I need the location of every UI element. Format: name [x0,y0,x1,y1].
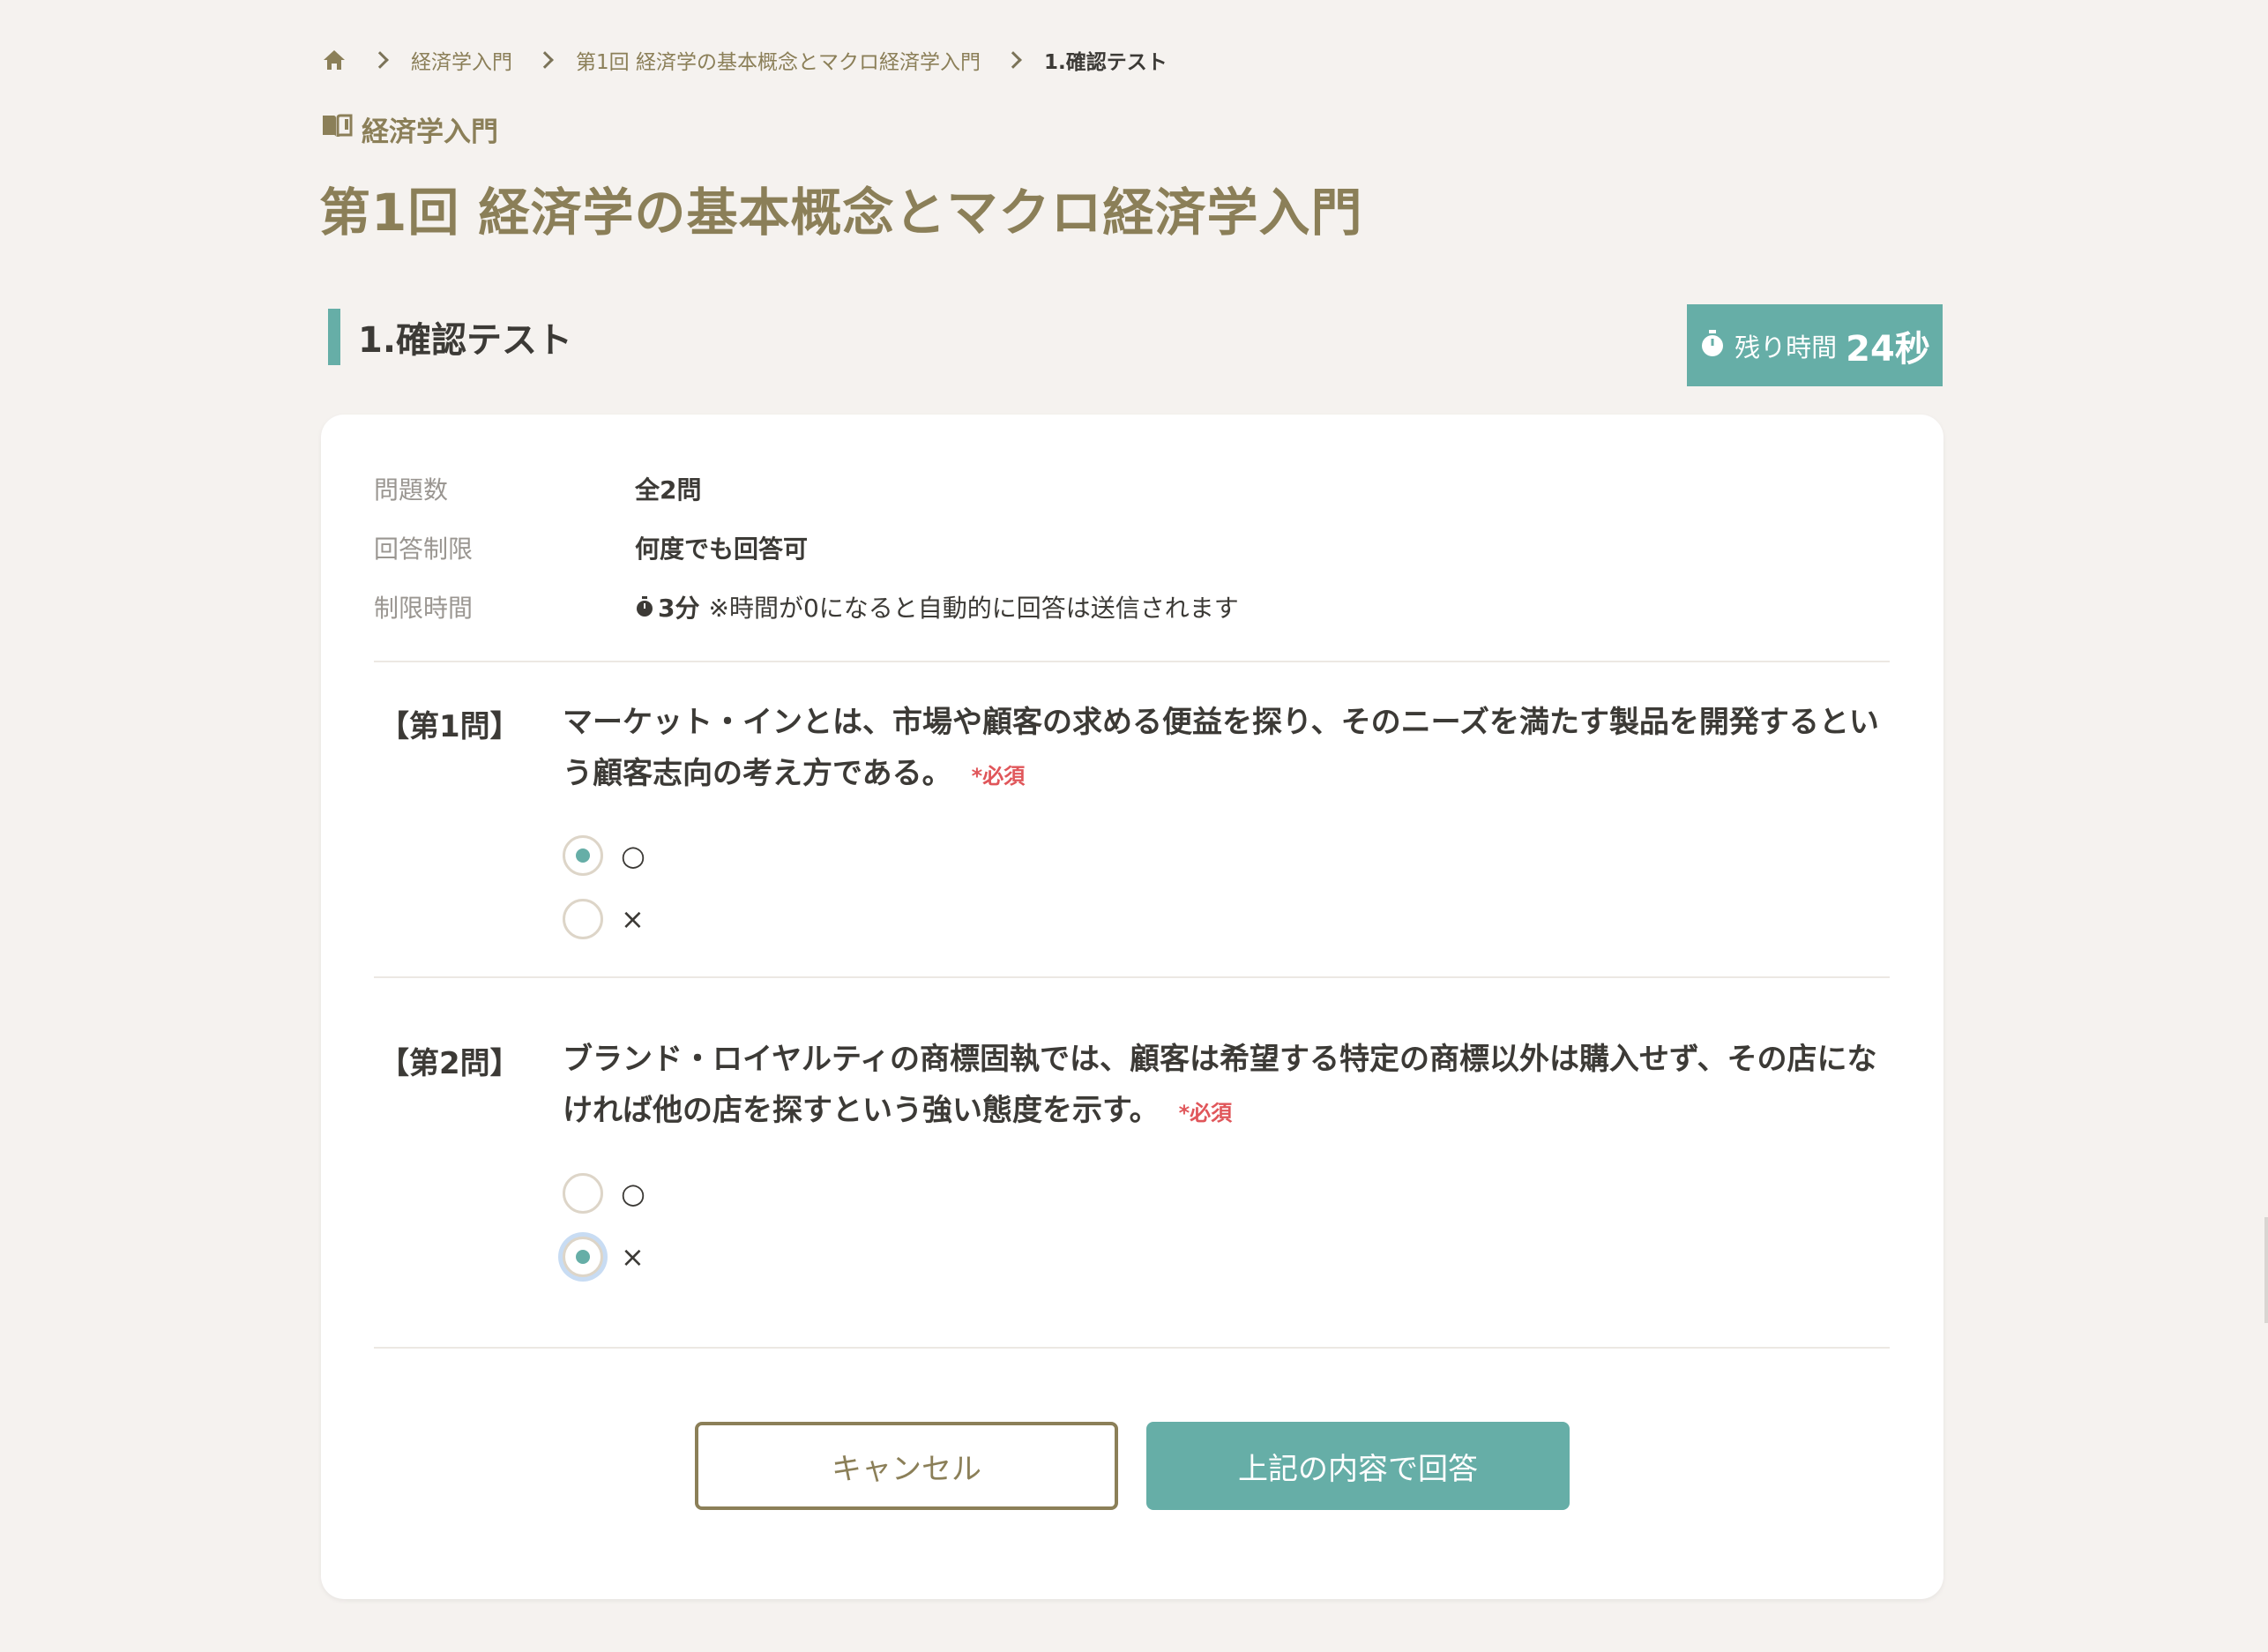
breadcrumb-link-course[interactable]: 経済学入門 [411,45,512,75]
divider [374,976,1890,978]
breadcrumb-link-lesson[interactable]: 第1回 経済学の基本概念とマクロ経済学入門 [576,45,981,75]
section-title: 1.確認テスト [358,320,573,361]
option-label: ○ [621,1177,645,1210]
chevron-right-icon [371,51,389,69]
page-title: 第1回 経済学の基本概念とマクロ経済学入門 [319,183,1363,243]
section-accent-bar [328,309,340,365]
radio-button-selected[interactable] [563,835,603,876]
question-number: 【第2問】 [379,1046,520,1081]
section-heading: 1.確認テスト [328,309,572,365]
info-answer-limit: 回答制限 何度でも回答可 [374,528,808,567]
question-2-option-yes[interactable]: ○ [563,1171,645,1215]
question-1-option-no[interactable]: × [563,897,645,941]
breadcrumb: 経済学入門 第1回 経済学の基本概念とマクロ経済学入門 1.確認テスト [321,44,1168,76]
required-badge: *必須 [1178,1101,1233,1125]
option-label: ○ [621,839,645,872]
chevron-right-icon [1004,51,1022,69]
submit-answer-button[interactable]: 上記の内容で回答 [1146,1422,1570,1510]
quiz-page: 経済学入門 第1回 経済学の基本概念とマクロ経済学入門 1.確認テスト 経済学入… [0,0,2268,1652]
info-label: 問題数 [374,475,449,505]
question-number: 【第1問】 [379,709,520,744]
question-text-body: マーケット・インとは、市場や顧客の求める便益を探り、そのニーズを満たす製品を開発… [563,705,1879,791]
cancel-button[interactable]: キャンセル [695,1422,1118,1510]
divider [374,661,1890,662]
remaining-time-badge: 残り時間 24秒 [1687,304,1943,386]
scrollbar-track[interactable] [2264,1217,2268,1323]
info-label: 制限時間 [374,594,474,623]
radio-button[interactable] [563,1173,603,1214]
required-badge: *必須 [971,764,1026,789]
book-icon [321,112,353,147]
stopwatch-icon [1699,329,1726,362]
remaining-time-value: 24秒 [1846,328,1930,370]
chevron-right-icon [536,51,554,69]
home-icon[interactable] [321,47,347,73]
radio-dot [576,1250,590,1264]
course-label: 経済学入門 [321,109,498,149]
course-label-text: 経済学入門 [362,116,498,148]
radio-dot [576,848,590,863]
question-text: ブランド・ロイヤルティの商標固執では、顧客は希望する特定の商標以外は購入せず、そ… [563,1034,1894,1139]
question-1-option-yes[interactable]: ○ [563,833,645,878]
option-label: × [621,902,645,936]
stopwatch-icon [635,596,654,617]
divider [374,1347,1890,1349]
breadcrumb-current: 1.確認テスト [1043,51,1168,74]
info-time-limit: 制限時間 3分 ※時間が0になると自動的に回答は送信されます [374,587,1239,626]
info-value: 全2問 [635,475,702,505]
time-limit-value: 3分 [658,594,700,623]
info-value: 何度でも回答可 [635,534,809,564]
question-2-option-no[interactable]: × [563,1235,645,1279]
remaining-time-label: 残り時間 [1735,332,1838,363]
option-label: × [621,1240,645,1274]
info-label: 回答制限 [374,534,474,564]
question-text: マーケット・インとは、市場や顧客の求める便益を探り、そのニーズを満たす製品を開発… [563,697,1894,802]
time-limit-note: ※時間が0になると自動的に回答は送信されます [708,594,1239,623]
quiz-card: 問題数 全2問 回答制限 何度でも回答可 制限時間 3分 ※時間が0になると自動… [321,415,1943,1599]
radio-button[interactable] [563,899,603,939]
info-question-count: 問題数 全2問 [374,469,701,508]
radio-button-selected[interactable] [563,1237,603,1277]
info-value: 3分 ※時間が0になると自動的に回答は送信されます [635,589,1239,624]
